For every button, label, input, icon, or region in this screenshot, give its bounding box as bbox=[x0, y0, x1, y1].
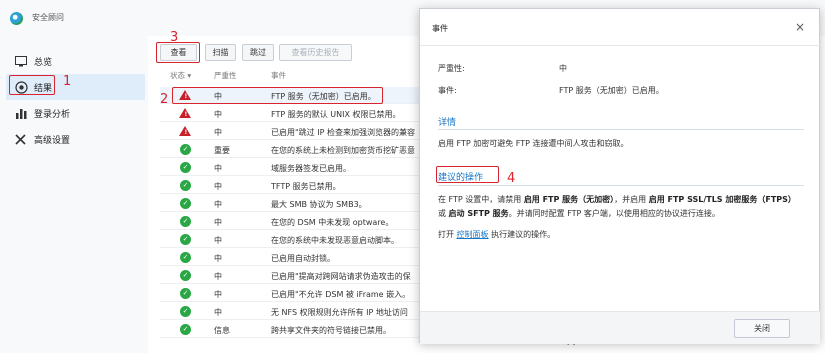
check-icon: ✓ bbox=[180, 306, 191, 317]
view-button[interactable]: 查看 bbox=[160, 44, 197, 61]
check-icon: ✓ bbox=[180, 162, 191, 173]
table-row[interactable]: ✓ 重要 在您的系统上未检测到加密货币挖矿恶意 bbox=[160, 141, 425, 158]
tools-icon bbox=[14, 132, 28, 146]
sidebar-item-overview[interactable]: 总览 bbox=[6, 48, 145, 74]
exclamation-icon: ! bbox=[184, 129, 188, 136]
event-cell: TFTP 服务已禁用。 bbox=[271, 182, 341, 191]
view-history-report-button[interactable]: 查看历史报告 bbox=[279, 44, 352, 61]
table-row[interactable]: ✓ 中 已启用"不允许 DSM 被 iFrame 嵌入。 bbox=[160, 285, 425, 302]
open-control-panel-text: 打开 控制面板 执行建议的操作。 bbox=[438, 230, 556, 239]
severity-cell: 中 bbox=[214, 218, 222, 227]
table-row[interactable]: ✓ 中 无 NFS 权限规则允许所有 IP 地址访问 bbox=[160, 303, 425, 320]
annotation-number-1: 1 bbox=[63, 74, 72, 89]
sidebar-item-label: 高级设置 bbox=[34, 135, 71, 146]
details-text: 启用 FTP 加密可避免 FTP 连接遭中间人攻击和窃取。 bbox=[438, 139, 629, 148]
severity-cell: 中 bbox=[214, 254, 222, 263]
highlight-box-row bbox=[172, 87, 383, 104]
sidebar-item-advanced-settings[interactable]: 高级设置 bbox=[6, 126, 145, 152]
table-row[interactable]: ✓ 中 域服务器签发已启用。 bbox=[160, 159, 425, 176]
app-title: 安全顾问 bbox=[32, 13, 64, 22]
severity-cell: 中 bbox=[214, 182, 222, 191]
table-row[interactable]: ✓ 信息 跨共享文件夹的符号链接已禁用。 bbox=[160, 321, 425, 338]
event-cell: 已启用自动封锁。 bbox=[271, 254, 335, 263]
severity-cell: 信息 bbox=[214, 326, 230, 335]
sidebar-item-label: 登录分析 bbox=[34, 109, 71, 120]
action-divider bbox=[438, 185, 804, 186]
table-header: 状态 ▾ 严重性 事件 bbox=[160, 70, 430, 83]
event-cell: 最大 SMB 协议为 SMB3。 bbox=[271, 200, 367, 209]
event-column-header[interactable]: 事件 bbox=[271, 70, 286, 81]
severity-cell: 中 bbox=[214, 128, 222, 137]
check-icon: ✓ bbox=[180, 180, 191, 191]
scan-button[interactable]: 扫描 bbox=[205, 44, 236, 61]
check-icon: ✓ bbox=[180, 270, 191, 281]
table-row[interactable]: ✓ 中 在您的系统中未发现恶意启动脚本。 bbox=[160, 231, 425, 248]
dialog-footer: 关闭 bbox=[420, 311, 820, 344]
severity-cell: 中 bbox=[214, 272, 222, 281]
severity-cell: 中 bbox=[214, 164, 222, 173]
check-icon: ✓ bbox=[180, 144, 191, 155]
exclamation-icon: ! bbox=[184, 111, 188, 118]
table-row[interactable]: ✓ 中 TFTP 服务已禁用。 bbox=[160, 177, 425, 194]
close-icon[interactable]: × bbox=[795, 20, 805, 34]
skip-button[interactable]: 跳过 bbox=[242, 44, 274, 61]
table-row[interactable]: ! 中 FTP 服务的默认 UNIX 权限已禁用。 bbox=[160, 105, 425, 122]
overview-icon bbox=[14, 54, 28, 68]
event-cell: 在您的 DSM 中未发现 optware。 bbox=[271, 218, 394, 227]
status-column-header[interactable]: 状态 ▾ bbox=[170, 70, 191, 81]
check-icon: ✓ bbox=[180, 288, 191, 299]
table-row[interactable]: ✓ 中 最大 SMB 协议为 SMB3。 bbox=[160, 195, 425, 212]
highlight-box-recommended-action bbox=[436, 166, 499, 183]
table-row[interactable]: ✓ 中 已启用自动封锁。 bbox=[160, 249, 425, 266]
sidebar-item-label: 总览 bbox=[34, 57, 53, 68]
check-icon: ✓ bbox=[180, 234, 191, 245]
event-cell: 已启用"跳过 IP 检查来加强浏览器的兼容 bbox=[271, 128, 415, 137]
check-icon: ✓ bbox=[180, 198, 191, 209]
event-cell: FTP 服务的默认 UNIX 权限已禁用。 bbox=[271, 110, 401, 119]
highlight-box-results bbox=[9, 75, 55, 95]
check-icon: ✓ bbox=[180, 216, 191, 227]
event-dialog: 事件 × 严重性: 中 事件: FTP 服务（无加密）已启用。 详情 启用 FT… bbox=[419, 8, 820, 344]
annotation-number-4: 4 bbox=[507, 171, 516, 186]
severity-column-header[interactable]: 严重性 bbox=[214, 70, 237, 81]
event-cell: 域服务器签发已启用。 bbox=[271, 164, 351, 173]
dialog-title: 事件 bbox=[432, 24, 448, 33]
table-row[interactable]: ✓ 中 已启用"提高对跨网站请求伪造攻击的保 bbox=[160, 267, 425, 284]
close-button[interactable]: 关闭 bbox=[734, 319, 790, 338]
event-cell: 已启用"不允许 DSM 被 iFrame 嵌入。 bbox=[271, 290, 411, 299]
severity-cell: 中 bbox=[214, 236, 222, 245]
details-title: 详情 bbox=[438, 118, 457, 128]
event-cell: 无 NFS 权限规则允许所有 IP 地址访问 bbox=[271, 308, 408, 317]
recommended-action-text: 在 FTP 设置中，请禁用 启用 FTP 服务（无加密），并启用 启用 FTP … bbox=[438, 195, 796, 218]
severity-cell: 重要 bbox=[214, 146, 230, 155]
severity-cell: 中 bbox=[214, 200, 222, 209]
event-value: FTP 服务（无加密）已启用。 bbox=[559, 86, 664, 95]
event-cell: 已启用"提高对跨网站请求伪造攻击的保 bbox=[271, 272, 411, 281]
dialog-divider bbox=[420, 45, 820, 46]
annotation-number-2: 2 bbox=[160, 92, 169, 107]
details-divider bbox=[438, 129, 804, 130]
event-cell: 在您的系统中未发现恶意启动脚本。 bbox=[271, 236, 399, 245]
severity-cell: 中 bbox=[214, 290, 222, 299]
check-icon: ✓ bbox=[180, 324, 191, 335]
table-row[interactable]: ! 中 已启用"跳过 IP 检查来加强浏览器的兼容 bbox=[160, 123, 425, 140]
check-icon: ✓ bbox=[180, 252, 191, 263]
severity-cell: 中 bbox=[214, 110, 222, 119]
severity-cell: 中 bbox=[214, 308, 222, 317]
severity-label: 严重性: bbox=[438, 64, 465, 73]
event-cell: 在您的系统上未检测到加密货币挖矿恶意 bbox=[271, 146, 415, 155]
sidebar-item-login-analysis[interactable]: 登录分析 bbox=[6, 100, 145, 126]
severity-value: 中 bbox=[559, 64, 567, 73]
app-logo-icon bbox=[10, 12, 23, 25]
control-panel-link[interactable]: 控制面板 bbox=[457, 230, 489, 239]
event-cell: 跨共享文件夹的符号链接已禁用。 bbox=[271, 326, 391, 335]
bar-chart-icon bbox=[14, 106, 28, 120]
event-label: 事件: bbox=[438, 86, 457, 95]
table-row[interactable]: ✓ 中 在您的 DSM 中未发现 optware。 bbox=[160, 213, 425, 230]
